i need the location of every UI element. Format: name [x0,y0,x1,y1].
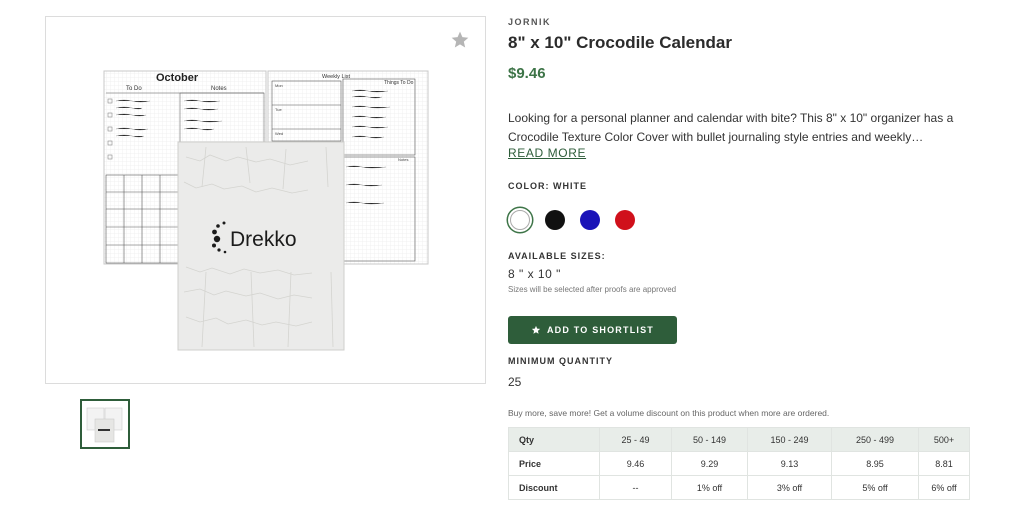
table-row: Price 9.46 9.29 9.13 8.95 8.81 [508,451,970,476]
planner-things-heading: Things To Do [384,80,414,86]
planner-tue: Tue [275,107,283,112]
available-sizes-label: AVAILABLE SIZES: [508,251,606,261]
star-icon [531,325,541,334]
product-title: 8" x 10" Crocodile Calendar [508,33,732,52]
minimum-quantity-label: MINIMUM QUANTITY [508,356,613,366]
size-note: Sizes will be selected after proofs are … [508,285,677,294]
planner-mon: Mon [275,83,283,88]
product-price: $9.46 [508,65,546,82]
favorite-star-icon[interactable] [450,30,470,50]
brand-name: JORNIK [508,17,552,27]
table-header-cell: Qty [508,427,600,452]
table-row-header: Price [508,451,600,476]
table-cell: -- [599,475,672,500]
table-header-row: Qty 25 - 49 50 - 149 150 - 249 250 - 499… [508,427,970,452]
planner-wed: Wed [275,131,283,136]
product-description: Looking for a personal planner and calen… [508,111,954,144]
color-swatch-black[interactable] [545,210,565,230]
table-cell: 6% off [918,475,970,500]
table-row: Discount -- 1% off 3% off 5% off 6% off [508,475,970,500]
table-cell: 9.46 [599,451,672,476]
color-swatch-red[interactable] [615,210,635,230]
table-header-cell: 500+ [918,427,970,452]
read-more-link[interactable]: READ MORE [508,146,586,160]
product-thumbnail[interactable] [80,399,130,449]
minimum-quantity-value: 25 [508,375,522,389]
add-to-shortlist-button[interactable]: ADD TO SHORTLIST [508,316,677,344]
table-header-cell: 50 - 149 [671,427,748,452]
thumbnail-image [86,407,123,443]
volume-pricing-table: Qty 25 - 49 50 - 149 150 - 249 250 - 499… [508,427,970,500]
table-cell: 1% off [671,475,748,500]
product-image: October To Do Notes Weekly List Things T… [103,70,429,351]
planner-todo-heading: To Do [126,86,142,92]
table-row-header: Discount [508,475,600,500]
color-swatch-white[interactable] [510,210,530,230]
planner-notes-heading: Notes [211,86,227,92]
color-label: COLOR: WHITE [508,181,587,191]
table-cell: 8.95 [831,451,919,476]
table-cell: 9.29 [671,451,748,476]
size-value: 8 " x 10 " [508,267,561,281]
table-cell: 3% off [747,475,832,500]
planner-month: October [156,72,199,84]
table-cell: 5% off [831,475,919,500]
table-header-cell: 25 - 49 [599,427,672,452]
table-cell: 9.13 [747,451,832,476]
color-swatch-blue[interactable] [580,210,600,230]
table-cell: 8.81 [918,451,970,476]
table-header-cell: 150 - 249 [747,427,832,452]
product-image-frame[interactable]: October To Do Notes Weekly List Things T… [45,16,486,384]
cover-brand-logo: Drekko [230,228,297,251]
shortlist-label: ADD TO SHORTLIST [546,325,655,335]
table-header-cell: 250 - 499 [831,427,919,452]
volume-discount-note: Buy more, save more! Get a volume discou… [508,408,830,418]
planner-notes2-heading: Notes [398,157,408,162]
